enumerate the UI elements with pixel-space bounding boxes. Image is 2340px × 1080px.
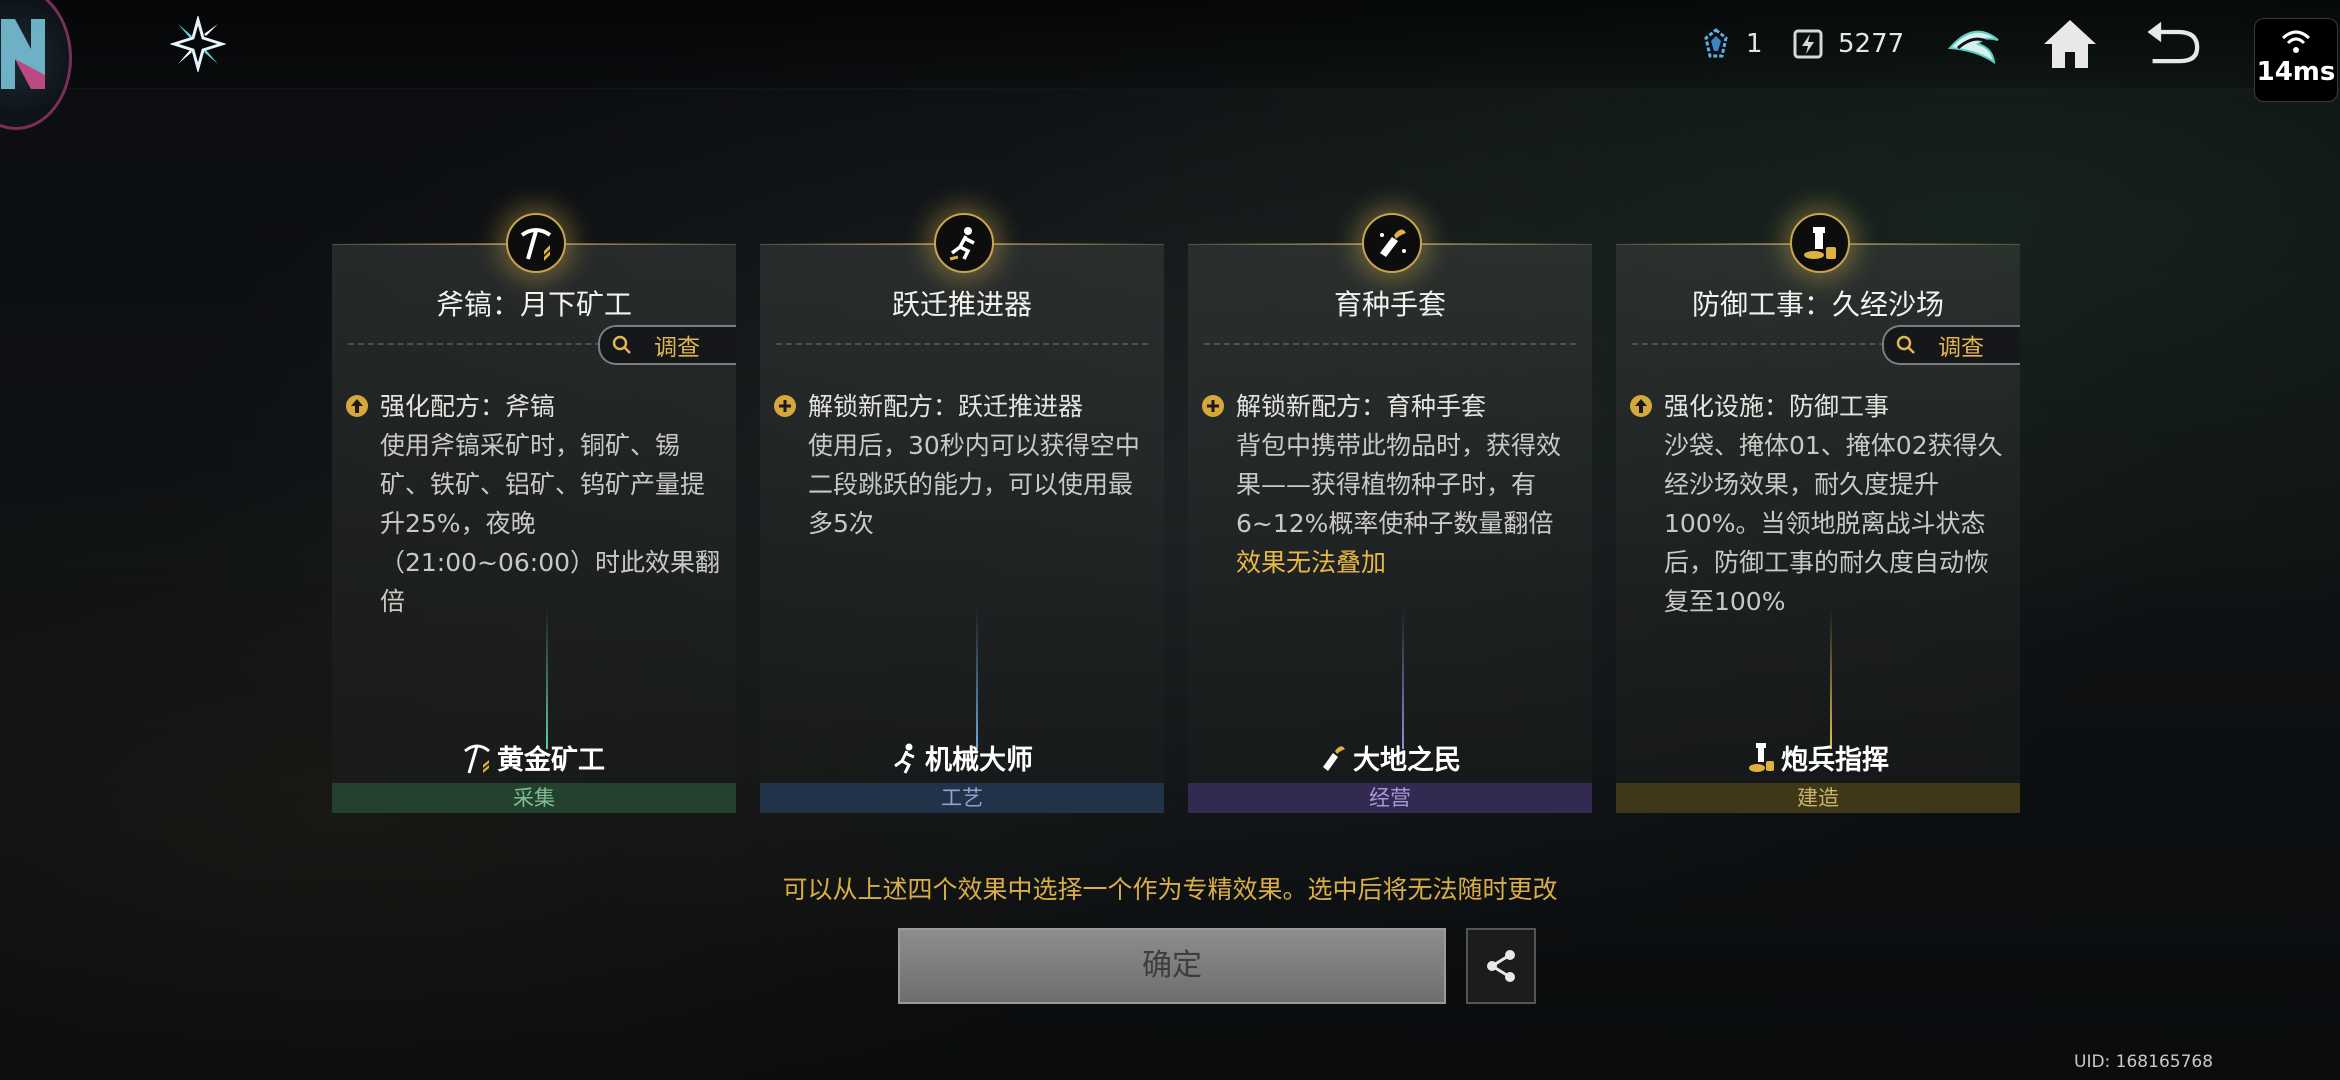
seed-glove-icon [1380, 229, 1406, 257]
user-id: UID: 168165768 [2074, 1052, 2214, 1072]
mastery-label: 黄金矿工 [497, 745, 605, 776]
search-icon [1896, 335, 1915, 354]
pickaxe-icon [464, 744, 490, 774]
card-divider [1204, 343, 1576, 345]
effect-card-jetpack[interactable]: 跃迁推进器 解锁新配方：跃迁推进器 使用后，30秒内可以获得空中二段跳跃的能力，… [760, 213, 1164, 813]
top-bar: 1 5277 14ms [0, 0, 2340, 130]
confirm-button[interactable]: 确定 [898, 928, 1446, 1004]
logo-icon [1, 19, 45, 89]
light-beam [1402, 609, 1404, 749]
card-description: 强化配方：斧镐 使用斧镐采矿时，铜矿、锡矿、铁矿、铝矿、钨矿产量提升25%，夜晚… [380, 387, 722, 621]
mastery-name: 炮兵指挥 [1616, 738, 2020, 777]
effect-body: 沙袋、掩体01、掩体02获得久经沙场效果，耐久度提升100%。当领地脱离战斗状态… [1664, 431, 2003, 616]
wifi-icon [2281, 30, 2311, 53]
upgrade-arrow-icon [346, 395, 368, 417]
jump-figure-icon [949, 227, 975, 261]
effect-heading: 解锁新配方：育种手套 [1236, 392, 1487, 421]
jump-figure-icon [894, 743, 915, 774]
card-title: 育种手套 [1333, 288, 1446, 321]
investigate-button[interactable]: 调查 [598, 325, 736, 365]
effect-heading: 解锁新配方：跃迁推进器 [808, 392, 1084, 421]
investigate-button[interactable]: 调查 [1882, 325, 2020, 365]
effect-warning: 效果无法叠加 [1236, 548, 1387, 577]
mastery-label: 大地之民 [1353, 745, 1461, 776]
card-icon-badge [1790, 213, 1850, 273]
ping-value: 14ms [2256, 57, 2336, 87]
effect-card-pickaxe[interactable]: 斧镐：月下矿工 调查 强化配方：斧镐 使用斧镐采矿时，铜矿、锡矿、铁矿、铝矿、钨… [332, 213, 736, 813]
mastery-name: 黄金矿工 [332, 738, 736, 777]
effect-card-fortification[interactable]: 防御工事：久经沙场 调查 强化设施：防御工事 沙袋、掩体01、掩体02获得久经沙… [1616, 213, 2020, 813]
card-icon-badge [1362, 213, 1422, 273]
search-icon [612, 335, 631, 354]
share-icon [1487, 950, 1515, 982]
mastery-label: 机械大师 [925, 745, 1033, 776]
crystal-icon [1704, 28, 1728, 58]
energy-icon [1793, 29, 1823, 59]
back-icon[interactable] [2144, 14, 2204, 74]
category-label: 经营 [1188, 783, 1592, 813]
plus-circle-icon [774, 395, 796, 417]
effect-body: 使用后，30秒内可以获得空中二段跳跃的能力，可以使用最多5次 [808, 431, 1140, 538]
energy-count: 5277 [1838, 29, 1905, 59]
card-icon-badge [934, 213, 994, 273]
light-beam [976, 609, 978, 749]
resource-energy: 5277 [1792, 22, 1904, 66]
mastery-name: 机械大师 [760, 738, 1164, 777]
effect-card-glove[interactable]: 育种手套 解锁新配方：育种手套 背包中携带此物品时，获得效果——获得植物种子时，… [1188, 213, 1592, 813]
effect-heading: 强化设施：防御工事 [1664, 392, 1890, 421]
investigate-label: 调查 [1938, 335, 1984, 361]
card-divider [776, 343, 1148, 345]
effect-heading: 强化配方：斧镐 [380, 392, 556, 421]
seed-glove-icon [1323, 746, 1345, 771]
guild-emblem-icon[interactable] [1944, 14, 2004, 74]
card-description: 解锁新配方：育种手套 背包中携带此物品时，获得效果——获得植物种子时，有6~12… [1236, 387, 1578, 582]
card-description: 强化设施：防御工事 沙袋、掩体01、掩体02获得久经沙场效果，耐久度提升100%… [1664, 387, 2006, 621]
card-title: 跃迁推进器 [891, 288, 1032, 321]
light-beam [546, 609, 548, 749]
watchtower-icon [1804, 227, 1836, 259]
card-description: 解锁新配方：跃迁推进器 使用后，30秒内可以获得空中二段跳跃的能力，可以使用最多… [808, 387, 1150, 543]
card-icon-badge [506, 213, 566, 273]
pickaxe-icon [520, 228, 552, 261]
card-title: 斧镐：月下矿工 [435, 288, 632, 321]
share-button[interactable] [1466, 928, 1536, 1004]
upgrade-arrow-icon [1630, 395, 1652, 417]
category-label: 采集 [332, 783, 736, 813]
card-title: 防御工事：久经沙场 [1691, 288, 1944, 321]
network-ping: 14ms [2254, 18, 2338, 102]
mastery-label: 炮兵指挥 [1781, 745, 1889, 776]
effect-body: 使用斧镐采矿时，铜矿、锡矿、铁矿、铝矿、钨矿产量提升25%，夜晚（21:00~0… [380, 431, 721, 616]
star-emblem-icon[interactable] [170, 16, 226, 72]
resource-crystal: 1 [1700, 22, 1763, 66]
mastery-name: 大地之民 [1188, 738, 1592, 777]
category-label: 建造 [1616, 783, 2020, 813]
investigate-label: 调查 [654, 335, 700, 361]
light-beam [1830, 609, 1832, 749]
crystal-count: 1 [1746, 29, 1763, 59]
effect-body: 背包中携带此物品时，获得效果——获得植物种子时，有6~12%概率使种子数量翻倍 [1236, 431, 1562, 538]
game-logo-badge[interactable] [0, 0, 72, 130]
home-icon[interactable] [2040, 14, 2100, 74]
watchtower-icon [1749, 743, 1774, 772]
category-label: 工艺 [760, 783, 1164, 813]
plus-circle-icon [1202, 395, 1224, 417]
selection-hint: 可以从上述四个效果中选择一个作为专精效果。选中后将无法随时更改 [782, 875, 1558, 904]
